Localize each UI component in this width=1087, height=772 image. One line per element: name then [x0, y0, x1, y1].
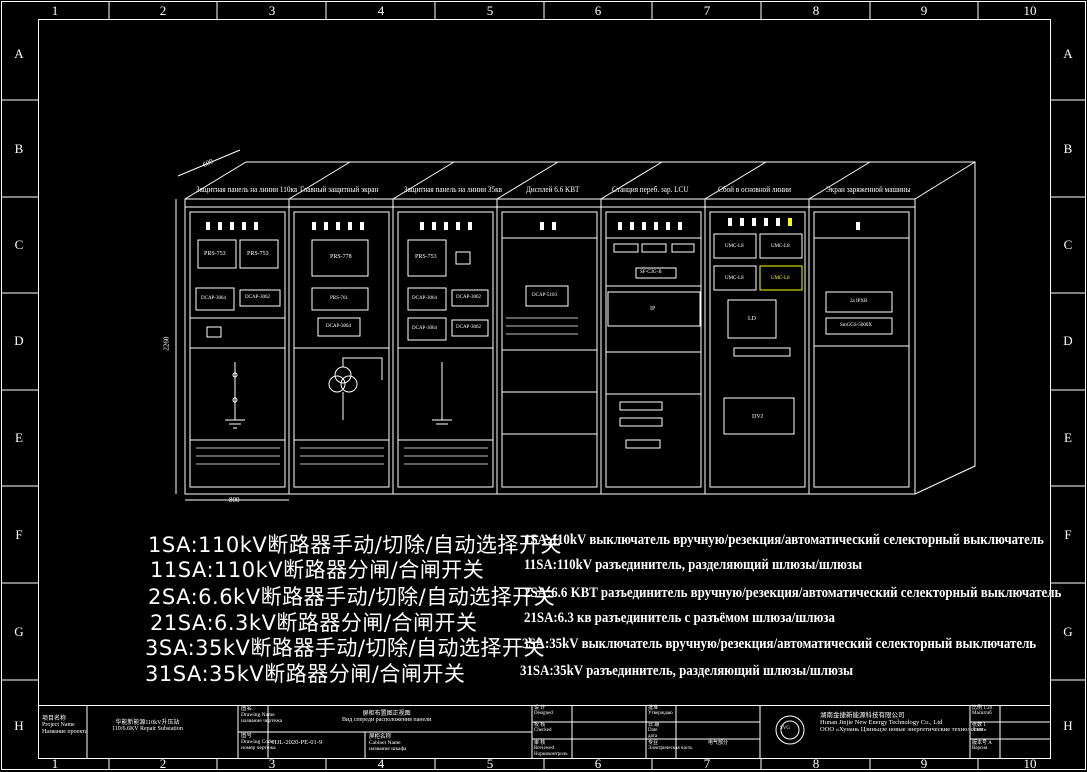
- device-label: DCAP-3062: [456, 325, 482, 330]
- column-number: 8: [812, 3, 820, 18]
- column-number: 9: [920, 3, 928, 18]
- device-label: PRS-778: [330, 254, 352, 260]
- panel-header: Дисплей 6.6 KBT: [526, 185, 580, 194]
- column-number: 2: [159, 3, 167, 18]
- row-letter: G: [1063, 624, 1073, 639]
- sheet-label: 张数 1 Лист: [972, 723, 986, 734]
- device-label: UMC-L8: [771, 244, 790, 249]
- row-letter: D: [14, 333, 24, 348]
- row-letter: A: [1063, 46, 1073, 61]
- column-number: 9: [920, 756, 928, 771]
- device-label: UMC-L8: [725, 244, 744, 249]
- date-label: 日 期 Date дата: [648, 723, 660, 739]
- scale-label: 比例 1:20 Масштаб: [972, 706, 993, 717]
- note-cn: 31SA:35kV断路器分闸/合闸开关: [145, 662, 466, 686]
- row-letter: E: [1064, 430, 1072, 445]
- row-letter: B: [1063, 141, 1073, 156]
- row-letter: C: [1063, 237, 1073, 252]
- drawing-code-label: 图号 Drawing Code номер чертежа: [241, 733, 276, 751]
- checked-label: 校 核 Checked: [534, 723, 552, 734]
- column-number: 4: [377, 756, 385, 771]
- reviewed-label: 审 核 Reviewed Нормоконтроль: [534, 741, 568, 757]
- project-label: 项目名称 Project Name Название проекта: [42, 716, 88, 735]
- dimension-height: 2260: [162, 336, 171, 351]
- note-ru: 2SA:6.6 KBT разъединитель вручную/резекц…: [524, 585, 1062, 601]
- device-label: DCAP-3064: [412, 296, 438, 301]
- column-number: 5: [486, 756, 494, 771]
- company-info: 湖南金捷新能源科技有限公司 Hunan Jinjie New Energy Te…: [820, 712, 987, 733]
- device-label: IP: [650, 306, 656, 312]
- panel-header: Главный защитный экран: [300, 185, 379, 194]
- device-label: SF-C3G-B: [640, 270, 662, 275]
- device-label: DCAP-5103: [532, 293, 558, 298]
- version-label: 版本号 A Версия: [972, 741, 992, 752]
- column-number: 1: [51, 756, 59, 771]
- drawing-code-value: HJL-2020-PE-01-9: [272, 739, 323, 746]
- project-value: 华能新能源110kV升压站 110/6.6KV Repair Substatio…: [112, 720, 183, 733]
- row-letter: H: [14, 718, 24, 733]
- device-label-highlighted: UMC-L8: [771, 276, 790, 281]
- panel-internals: [190, 233, 909, 449]
- device-label: 2a IPXR: [850, 299, 868, 304]
- row-letter: H: [1063, 718, 1073, 733]
- device-label: PRS-753: [204, 251, 226, 257]
- device-label: DCAP-3064: [412, 326, 438, 331]
- cabinet-name-label: 屏柜名称 Cabinet Name название шкафа: [369, 734, 407, 752]
- column-number: 3: [268, 756, 276, 771]
- note-cn: 11SA:110kV断路器分闸/合闸开关: [150, 558, 485, 582]
- approved-label: 批准 Утверждаю: [648, 706, 673, 717]
- device-label: DVJ: [752, 414, 764, 420]
- specialty-value: 电气部分: [708, 741, 729, 746]
- row-letter: A: [14, 46, 24, 61]
- panel-header: Экран заряженной машины: [826, 185, 911, 194]
- column-number: 7: [703, 756, 711, 771]
- specialty-label: 专业 Электрическая часть: [648, 741, 693, 752]
- device-label: PRS-761: [330, 296, 349, 301]
- drawing-name-label: 图名 Drawing Name название чертежа: [241, 706, 283, 724]
- device-label: PRS-753: [415, 254, 437, 260]
- device-label: DCAP-3064: [201, 296, 227, 301]
- panel-header: Защитная панель на линии 110кв: [196, 185, 298, 194]
- row-letter: E: [15, 430, 23, 445]
- row-letter: F: [1064, 527, 1072, 542]
- column-number: 6: [594, 3, 602, 18]
- column-number: 7: [703, 3, 711, 18]
- note-ru: 31SA:35kV разъединитель, разделяющий шлю…: [520, 663, 854, 679]
- note-ru: 1SA:110kV выключатель вручную/резекция/а…: [524, 532, 1044, 548]
- note-ru: 3SA:35kV выключатель вручную/резекция/ав…: [522, 636, 1037, 652]
- designed-label: 设 计 Designed: [534, 706, 553, 717]
- switch-marks: [206, 218, 860, 230]
- device-label: DCAP-3064: [326, 324, 352, 329]
- row-letter: D: [1063, 333, 1073, 348]
- row-letter: C: [14, 237, 24, 252]
- column-number: 5: [486, 3, 494, 18]
- column-number: 2: [159, 756, 167, 771]
- note-ru: 11SA:110kV разъединитель, разделяющий шл…: [524, 557, 863, 573]
- device-label: SmGGS-5000X: [840, 323, 872, 328]
- column-number: 6: [594, 756, 602, 771]
- drawing-name-value: 屏柜布置图正视图 Вид спереди расположения панели: [342, 711, 432, 724]
- device-label: UMC-L8: [725, 276, 744, 281]
- device-label: DCAP-3062: [245, 295, 271, 300]
- row-letter: F: [15, 527, 23, 542]
- panel-header: Защитная панель на линии 35кв: [404, 185, 503, 194]
- column-number: 1: [51, 3, 59, 18]
- terminal-blocks: [196, 317, 578, 465]
- column-number: 3: [268, 3, 276, 18]
- row-letter: B: [14, 141, 24, 156]
- column-number: 10: [1023, 3, 1037, 18]
- row-letter: G: [14, 624, 24, 639]
- device-label: PRS-753: [247, 251, 269, 257]
- panel-header: Сбой в основной линии: [718, 185, 791, 194]
- column-number: 4: [377, 3, 385, 18]
- device-label: DCAP-3062: [456, 295, 482, 300]
- device-label: LD: [748, 316, 756, 322]
- panel-header: Станция переб. зар. LCU: [612, 185, 689, 194]
- company-logo: SVG: [780, 726, 791, 731]
- dimension-width: 800: [229, 496, 240, 504]
- column-number: 8: [812, 756, 820, 771]
- note-ru: 21SA:6.3 кв разъединитель с разъёмом шлю…: [524, 610, 835, 626]
- column-number: 10: [1023, 756, 1037, 771]
